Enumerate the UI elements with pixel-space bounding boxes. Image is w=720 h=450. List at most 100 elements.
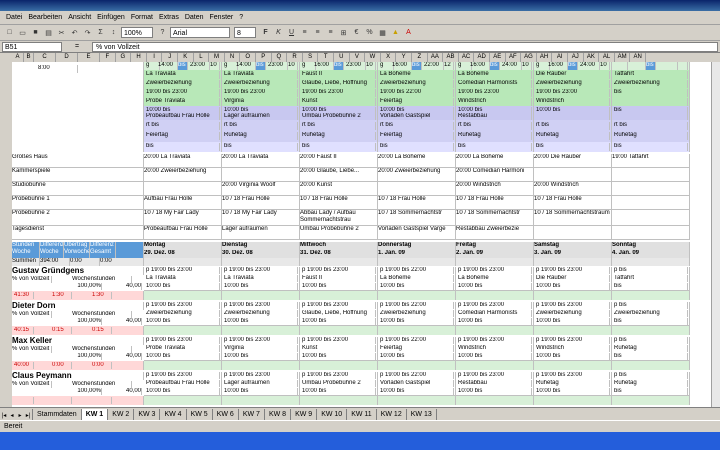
cell[interactable]	[658, 62, 678, 70]
menu-2[interactable]: Ansicht	[68, 14, 91, 21]
cell[interactable]	[144, 326, 222, 335]
font-combo[interactable]: Arial	[170, 27, 230, 38]
cell[interactable]: 16:00	[470, 62, 490, 70]
show-4[interactable]: Lager aufraumen	[224, 113, 298, 120]
col-header[interactable]: X	[381, 53, 397, 62]
cell[interactable]: 10:00 bis	[224, 353, 298, 360]
venue-label[interactable]: Großes Haus	[12, 154, 144, 168]
show-1[interactable]: Die Räuber	[536, 71, 610, 79]
cell[interactable]: p bis	[614, 372, 688, 379]
venue-cell[interactable]: Abbau Lady / Aufbau Sommernachtstrau	[300, 210, 378, 226]
cell[interactable]	[300, 258, 378, 266]
person-shift[interactable]: Ruhetag	[536, 380, 610, 387]
col-header[interactable]: AF	[506, 53, 522, 62]
cell[interactable]: p 19:00 bis 23:00	[302, 302, 376, 309]
cell[interactable]: 40,00	[102, 388, 142, 395]
show-3[interactable]: Probe Traviata	[146, 98, 220, 106]
cell[interactable]: 10:00 bis	[146, 283, 220, 290]
cell[interactable]: 10:00 bis	[146, 388, 220, 395]
weekday-date[interactable]: 1. Jan. 09	[378, 250, 456, 258]
cell[interactable]: rt bis	[224, 122, 298, 130]
day-status[interactable]: Ruhetag	[302, 132, 376, 140]
cell[interactable]: 40:00	[14, 362, 34, 369]
cell[interactable]: bis	[458, 143, 532, 151]
weekday-date[interactable]: 4. Jan. 09	[612, 250, 690, 258]
cell[interactable]: p 19:00 bis 23:00	[458, 302, 532, 309]
venue-cell[interactable]: 20:00 Windstrich	[456, 182, 534, 196]
cell[interactable]: 19:00 bis 23:00	[224, 89, 298, 97]
show-3[interactable]: Windstrich	[458, 98, 532, 106]
cell[interactable]: 1:30	[92, 292, 112, 299]
show-3[interactable]: Feiertag	[380, 98, 454, 106]
venue-cell[interactable]: Lager aufraumen	[222, 226, 300, 240]
cell[interactable]: 10:00 bis	[536, 353, 610, 360]
menu-7[interactable]: Fenster	[210, 14, 234, 21]
venue-cell[interactable]: 10 / 18 Frau Holle	[456, 196, 534, 210]
show-2[interactable]: Zweierbeziehung	[146, 80, 220, 88]
show-3[interactable]: Virginia	[224, 98, 298, 106]
venue-cell[interactable]	[612, 196, 690, 210]
person-shift[interactable]: Virginia	[224, 345, 298, 352]
cell[interactable]: bis	[380, 143, 454, 151]
cell[interactable]: bis	[302, 143, 376, 151]
venue-cell[interactable]: 10 / 18 Frau Holle	[222, 196, 300, 210]
cell[interactable]	[300, 396, 378, 405]
col-header[interactable]: T	[318, 53, 334, 62]
cell[interactable]: 0:15	[52, 327, 72, 334]
day-status[interactable]: Ruhetag	[224, 132, 298, 140]
col-header[interactable]: AN	[630, 53, 646, 62]
cell[interactable]	[456, 326, 534, 335]
cell[interactable]	[222, 258, 300, 266]
person-shift[interactable]: La Traviata	[224, 275, 298, 282]
person-name[interactable]: Dieter Dorn	[12, 302, 144, 310]
cell[interactable]: 10:00 bis	[458, 283, 532, 290]
print-icon[interactable]: ▤	[43, 27, 54, 38]
cell[interactable]	[378, 326, 456, 335]
venue-cell[interactable]	[222, 168, 300, 182]
vertical-scrollbar[interactable]	[711, 62, 720, 407]
col-header[interactable]: C	[34, 53, 56, 62]
new-icon[interactable]: □	[4, 27, 15, 38]
person-shift[interactable]: La Boheme	[458, 275, 532, 282]
col-header[interactable]: AC	[459, 53, 475, 62]
weekday-date[interactable]: 2. Jan. 09	[456, 250, 534, 258]
venue-cell[interactable]: Umbau Probebühne 2	[300, 226, 378, 240]
venue-cell[interactable]: 20:00 Zweierbeziehung	[144, 168, 222, 182]
cell[interactable]: 10:00 bis	[146, 318, 220, 325]
cell[interactable]: 10:00 bis	[224, 318, 298, 325]
venue-cell[interactable]: 20:00 Comedian Harmoni	[456, 168, 534, 182]
show-3[interactable]: Kunst	[302, 98, 376, 106]
cell[interactable]: 16:00	[392, 62, 412, 70]
person-shift[interactable]: Probeaufbau Frau Holle	[146, 380, 220, 387]
cell[interactable]: p 19:00 bis 23:00	[302, 267, 376, 274]
col-header[interactable]: AH	[537, 53, 553, 62]
venue-cell[interactable]: 20:00 La Boheme	[378, 154, 456, 168]
person-shift[interactable]: Kunst	[302, 345, 376, 352]
weekday-date[interactable]: 31. Dez. 08	[300, 250, 378, 258]
cell[interactable]: 10:00 bis	[302, 353, 376, 360]
show-1[interactable]: La Boheme	[380, 71, 454, 79]
venue-cell[interactable]: Probeaufbau Frau Holle	[144, 226, 222, 240]
person-shift[interactable]: Glaube, Liebe, Hoffnung	[302, 310, 376, 317]
cell[interactable]: 10	[210, 62, 220, 70]
cell[interactable]	[378, 396, 456, 405]
col-header[interactable]: S	[303, 53, 319, 62]
cell[interactable]: bis	[256, 62, 266, 70]
cell[interactable]: 19:00 bis 23:00	[458, 89, 532, 97]
col-header[interactable]: Z	[412, 53, 428, 62]
cell[interactable]	[378, 291, 456, 300]
venue-cell[interactable]: 20:00 Kunst	[300, 182, 378, 196]
cell[interactable]	[300, 291, 378, 300]
cell[interactable]: 16:00	[548, 62, 568, 70]
person-shift[interactable]: Feiertag	[380, 345, 454, 352]
menu-6[interactable]: Daten	[185, 14, 204, 21]
show-2[interactable]: Zweierbeziehung	[380, 80, 454, 88]
col-header[interactable]: Y	[396, 53, 412, 62]
cell[interactable]: rt bis	[146, 122, 220, 130]
cell[interactable]: bis	[568, 62, 578, 70]
cell[interactable]: 23:00	[346, 62, 366, 70]
venue-cell[interactable]: Aufbau Frau Holle	[144, 196, 222, 210]
venue-cell[interactable]: 10 / 18 Frau Holle	[378, 196, 456, 210]
cell[interactable]: 22:00	[424, 62, 444, 70]
col-header[interactable]: AJ	[568, 53, 584, 62]
